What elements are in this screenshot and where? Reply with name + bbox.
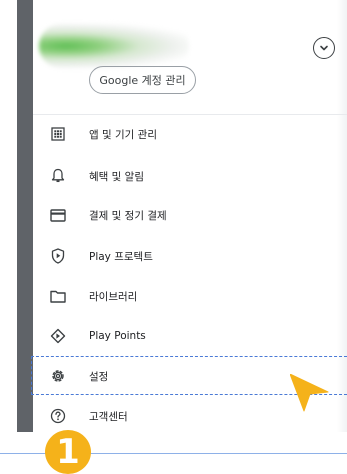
grid-icon [49, 125, 67, 143]
menu-item-label: 결제 및 정기 결제 [89, 209, 167, 222]
shield-play-icon [49, 247, 67, 265]
help-icon [49, 407, 67, 425]
menu-item-payments[interactable]: 결제 및 정기 결제 [33, 196, 347, 234]
step-number-badge: 1 [45, 430, 91, 474]
menu-item-label: 고객센터 [89, 410, 128, 423]
credit-card-icon [49, 206, 67, 224]
menu-item-label: 라이브러리 [89, 290, 138, 303]
menu-item-play-protect[interactable]: Play 프로텍트 [33, 237, 347, 275]
chevron-down-icon [320, 45, 328, 51]
account-avatar-blurred[interactable] [39, 24, 189, 68]
menu-item-manage-apps[interactable]: 앱 및 기기 관리 [33, 115, 347, 153]
menu-item-label: Play Points [89, 330, 146, 342]
menu-item-offers-notifications[interactable]: 혜택 및 알림 [33, 157, 347, 195]
account-header: Google 계정 관리 [33, 14, 347, 104]
pointer-arrow-icon [290, 374, 329, 412]
bell-icon [49, 167, 67, 185]
menu-item-label: 앱 및 기기 관리 [89, 128, 157, 141]
account-switcher-button[interactable] [313, 37, 335, 59]
menu-item-library[interactable]: 라이브러리 [33, 277, 347, 315]
folder-icon [49, 287, 67, 305]
menu-item-label: 혜택 및 알림 [89, 170, 144, 183]
manage-google-account-button[interactable]: Google 계정 관리 [89, 66, 196, 94]
menu-item-play-points[interactable]: Play Points [33, 317, 347, 355]
diamond-icon [49, 327, 67, 345]
menu-item-label: Play 프로텍트 [89, 250, 153, 263]
